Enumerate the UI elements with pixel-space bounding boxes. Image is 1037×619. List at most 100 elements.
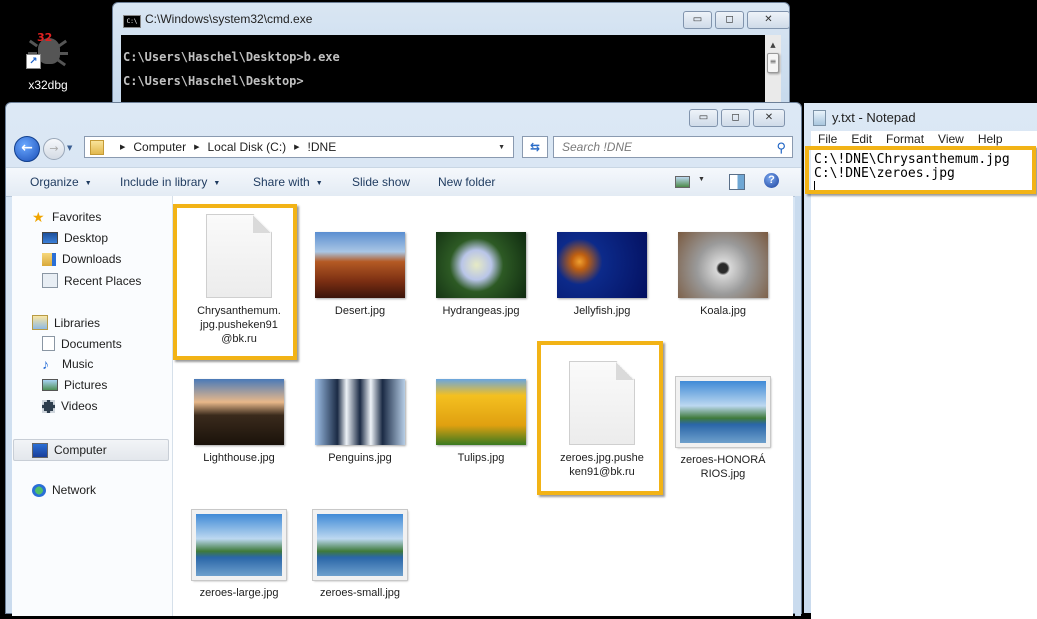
minimize-button[interactable]: ▭	[683, 11, 712, 29]
file-item[interactable]: Penguins.jpg	[300, 379, 420, 465]
file-name: Koala.jpg	[700, 305, 746, 317]
image-thumbnail	[315, 232, 405, 298]
nav-downloads[interactable]: Downloads	[42, 252, 121, 266]
image-thumbnail	[675, 376, 771, 448]
film-icon	[42, 399, 55, 413]
file-item[interactable]: Koala.jpg	[663, 232, 783, 318]
file-name: Penguins.jpg	[328, 452, 392, 464]
include-in-library-button[interactable]: Include in library ▼	[120, 175, 220, 189]
forward-button[interactable]: →	[43, 138, 65, 160]
chevron-right-icon[interactable]: ▶	[294, 143, 299, 151]
cmd-window[interactable]: C:\ C:\Windows\system32\cmd.exe ▭ ◻ ✕ C:…	[112, 2, 790, 114]
close-button[interactable]: ✕	[747, 11, 790, 29]
nav-recent-places[interactable]: Recent Places	[42, 273, 141, 288]
nav-videos[interactable]: Videos	[42, 399, 97, 413]
address-bar[interactable]: ▶ Computer ▶ Local Disk (C:) ▶ !DNE ▼	[84, 136, 514, 158]
downloads-icon	[42, 252, 56, 266]
network-icon	[32, 483, 46, 497]
nav-desktop[interactable]: Desktop	[42, 231, 108, 245]
cmd-titlebar[interactable]: C:\ C:\Windows\system32\cmd.exe ▭ ◻ ✕	[113, 3, 790, 37]
chevron-right-icon[interactable]: ▶	[120, 143, 125, 151]
notepad-window[interactable]: y.txt - Notepad File Edit Format View He…	[803, 103, 1037, 619]
scroll-thumb[interactable]: ≡	[767, 53, 779, 73]
file-item[interactable]: zeroes-large.jpg	[179, 509, 299, 600]
help-icon[interactable]: ?	[764, 173, 779, 188]
maximize-button[interactable]: ◻	[721, 109, 750, 127]
breadcrumb-dne[interactable]: !DNE	[308, 140, 337, 154]
libraries-icon	[32, 315, 48, 330]
file-name: zeroes-large.jpg	[199, 587, 279, 599]
file-item[interactable]: Lighthouse.jpg	[179, 379, 299, 465]
nav-music[interactable]: ♪ Music	[42, 355, 93, 372]
organize-button[interactable]: Organize ▼	[30, 175, 92, 189]
command-bar: Organize ▼ Include in library ▼ Share with…	[6, 167, 801, 197]
file-name: zeroes-HONORÁ RIOS.jpg	[680, 454, 766, 480]
image-thumbnail	[315, 379, 405, 445]
search-icon[interactable]: ⚲	[776, 138, 786, 158]
close-button[interactable]: ✕	[753, 109, 785, 127]
address-dropdown-icon[interactable]: ▼	[498, 144, 505, 151]
file-item[interactable]: zeroes.jpg.pushe ken91@bk.ru	[542, 361, 662, 479]
minimize-button[interactable]: ▭	[689, 109, 718, 127]
notepad-icon	[813, 110, 826, 126]
image-thumbnail	[557, 232, 647, 298]
file-name: Lighthouse.jpg	[203, 452, 275, 464]
nav-computer[interactable]: Computer	[13, 439, 169, 461]
file-item[interactable]: Tulips.jpg	[421, 379, 541, 465]
preview-pane-icon[interactable]	[729, 174, 745, 190]
star-icon: ★	[32, 208, 45, 225]
image-thumbnail	[194, 379, 284, 445]
recent-places-icon	[42, 273, 58, 288]
image-thumbnail	[312, 509, 408, 581]
share-with-button[interactable]: Share with ▼	[253, 175, 323, 189]
search-input[interactable]: Search !DNE ⚲	[553, 136, 793, 158]
nav-network[interactable]: Network	[32, 483, 96, 497]
file-item[interactable]: Desert.jpg	[300, 232, 420, 318]
maximize-button[interactable]: ◻	[715, 11, 744, 29]
image-thumbnail	[436, 379, 526, 445]
chevron-right-icon[interactable]: ▶	[194, 143, 199, 151]
nav-pictures[interactable]: Pictures	[42, 378, 107, 392]
view-options-dropdown[interactable]: ▼	[698, 176, 705, 183]
console-icon: C:\	[123, 15, 141, 28]
file-item[interactable]: zeroes-HONORÁ RIOS.jpg	[663, 376, 783, 481]
console-line: C:\Users\Haschel\Desktop>	[123, 74, 304, 88]
file-name: zeroes-small.jpg	[319, 587, 401, 599]
refresh-button[interactable]: ⇆	[522, 136, 548, 158]
image-thumbnail	[678, 232, 768, 298]
slide-show-button[interactable]: Slide show	[352, 175, 410, 189]
nav-favorites[interactable]: ★ Favorites	[32, 208, 101, 225]
back-button[interactable]: ←	[14, 136, 40, 162]
badge: 32	[37, 31, 53, 44]
shortcut-arrow-icon: ↗	[26, 54, 41, 69]
file-item[interactable]: Jellyfish.jpg	[542, 232, 662, 318]
notepad-title: y.txt - Notepad	[832, 110, 916, 125]
explorer-window[interactable]: ▭ ◻ ✕ ← → ▼ ▶ Computer ▶ Local Disk (C:)…	[5, 102, 802, 616]
desktop-icon-x32dbg[interactable]: 32 ↗ x32dbg	[18, 28, 78, 92]
file-list[interactable]: Chrysanthemum. jpg.pusheken91 @bk.ru Des…	[173, 196, 793, 616]
file-item[interactable]: Chrysanthemum. jpg.pusheken91 @bk.ru	[179, 214, 299, 346]
text-editor[interactable]: C:\!DNE\Chrysanthemum.jpg C:\!DNE\zeroes.…	[811, 149, 1037, 619]
nav-documents[interactable]: Documents	[42, 336, 122, 351]
breadcrumb-local-disk[interactable]: Local Disk (C:)	[207, 140, 286, 154]
file-item[interactable]: zeroes-small.jpg	[300, 509, 420, 600]
breadcrumb-computer[interactable]: Computer	[133, 140, 186, 154]
nav-libraries[interactable]: Libraries	[32, 315, 100, 330]
search-placeholder: Search !DNE	[562, 140, 633, 154]
file-item[interactable]: Hydrangeas.jpg	[421, 232, 541, 318]
image-thumbnail	[436, 232, 526, 298]
music-note-icon: ♪	[42, 355, 49, 372]
blank-file-icon	[569, 361, 635, 445]
change-view-icon[interactable]	[675, 176, 690, 188]
blank-file-icon	[206, 214, 272, 298]
recent-pages-dropdown[interactable]: ▼	[67, 144, 72, 152]
file-name: zeroes.jpg.pushe ken91@bk.ru	[560, 452, 644, 478]
window-border	[795, 196, 801, 616]
file-name: Tulips.jpg	[457, 452, 505, 464]
file-name: Hydrangeas.jpg	[442, 305, 520, 317]
image-thumbnail	[191, 509, 287, 581]
explorer-titlebar[interactable]: ▭ ◻ ✕	[6, 103, 801, 133]
console-line: C:\Users\Haschel\Desktop>b.exe	[123, 50, 340, 64]
scroll-up-icon[interactable]: ▲	[765, 41, 781, 49]
new-folder-button[interactable]: New folder	[438, 175, 495, 189]
